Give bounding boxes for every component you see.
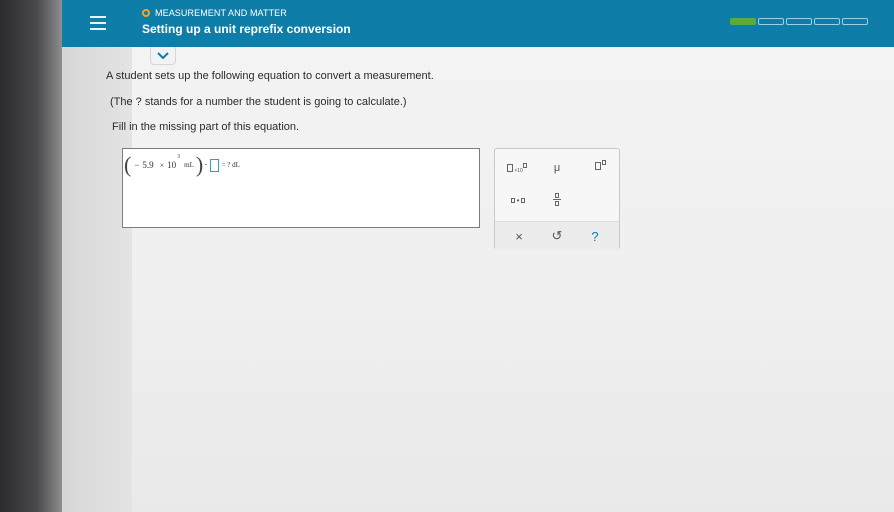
help-button[interactable]: ? — [585, 226, 605, 246]
progress-bar — [730, 18, 868, 25]
topic-text: MEASUREMENT AND MATTER — [155, 8, 287, 18]
equation-coefficient: 5.9 — [142, 160, 154, 170]
mu-button[interactable]: μ — [547, 159, 567, 177]
header-bar: MEASUREMENT AND MATTER Setting up a unit… — [62, 0, 894, 47]
power-of-ten: 10 3 — [167, 154, 180, 170]
hamburger-icon — [90, 16, 106, 18]
multiply-dot-button[interactable]: • — [505, 191, 531, 209]
power-exponent: 3 — [177, 154, 181, 160]
palette-actions: × ↺ ? — [495, 221, 619, 250]
monitor-bezel — [0, 0, 62, 512]
app-screen: MEASUREMENT AND MATTER Setting up a unit… — [62, 0, 894, 512]
scientific-notation-button[interactable]: ×10 — [505, 159, 529, 177]
equation-sign: − — [134, 160, 140, 170]
question-line-3: Fill in the missing part of this equatio… — [112, 121, 300, 133]
equation: ( − 5.9 × 10 3 mL ) · = ? dL — [124, 154, 240, 176]
topic-label: MEASUREMENT AND MATTER — [142, 8, 287, 18]
undo-button[interactable]: ↺ — [547, 226, 567, 246]
open-paren: ( — [124, 152, 132, 177]
x10-label: ×10 — [514, 168, 523, 174]
equation-rhs: = ? dL — [221, 161, 240, 169]
progress-segment — [730, 18, 756, 25]
equation-unit: mL — [184, 161, 194, 169]
clear-button[interactable]: × — [509, 226, 529, 246]
multiply-dot: · — [204, 159, 208, 171]
math-palette: ×10 μ • × ↺ ? — [494, 148, 620, 250]
question-line-2: (The ? stands for a number the student i… — [110, 96, 407, 108]
superscript-button[interactable] — [589, 157, 611, 175]
progress-segment — [758, 18, 784, 25]
progress-segment — [842, 18, 868, 25]
close-paren: ) — [195, 152, 204, 177]
progress-segment — [814, 18, 840, 25]
menu-button[interactable] — [84, 10, 112, 36]
power-base: 10 — [167, 160, 177, 170]
fraction-button[interactable] — [547, 187, 567, 211]
chevron-down-icon[interactable] — [150, 47, 176, 65]
missing-factor-input[interactable] — [209, 158, 219, 172]
question-line-1: A student sets up the following equation… — [106, 70, 434, 82]
times-symbol: × — [159, 160, 165, 170]
left-panel — [62, 47, 132, 512]
page-title: Setting up a unit reprefix conversion — [142, 22, 351, 36]
topic-status-icon — [142, 9, 150, 17]
progress-segment — [786, 18, 812, 25]
